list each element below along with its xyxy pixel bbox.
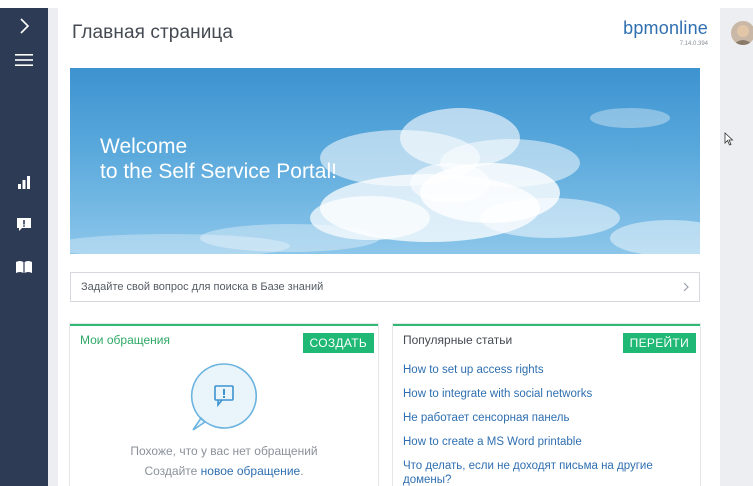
expand-sidebar-button[interactable]: [0, 10, 48, 42]
mouse-cursor-icon: [724, 132, 734, 146]
chevron-right-icon[interactable]: [679, 280, 693, 294]
list-item: Что делать, если не доходят письма на др…: [403, 459, 693, 486]
list-item: How to integrate with social networks: [403, 387, 693, 401]
avatar[interactable]: [731, 21, 753, 45]
new-request-link[interactable]: новое обращение: [201, 464, 301, 478]
create-prompt: Создайте новое обращение.: [70, 464, 378, 478]
my-requests-panel: Мои обращения СОЗДАТЬ Похоже, что у вас …: [70, 324, 378, 486]
banner-text: Welcome to the Self Service Portal!: [100, 134, 337, 184]
article-link[interactable]: Не работает сенсорная панель: [403, 411, 693, 425]
main-menu-button[interactable]: [0, 44, 48, 76]
knowledge-search: [70, 272, 700, 302]
article-link[interactable]: How to set up access rights: [403, 363, 693, 377]
article-link[interactable]: How to create a MS Word printable: [403, 435, 693, 449]
dashboard-icon: [18, 176, 30, 189]
user-avatar-icon: [731, 21, 753, 45]
brand-name: bpmonline: [623, 18, 708, 38]
sidebar-item-dashboards[interactable]: [0, 166, 48, 198]
knowledge-search-input[interactable]: [71, 273, 671, 301]
popular-articles-title: Популярные статьи: [403, 333, 513, 347]
sidebar: [0, 8, 48, 486]
brand-logo: bpmonline 7.14.0.394: [623, 18, 708, 47]
empty-message: Похоже, что у вас нет обращений: [130, 444, 318, 458]
version-label: 7.14.0.394: [679, 41, 708, 47]
go-to-articles-button[interactable]: ПЕРЕЙТИ: [622, 333, 696, 353]
welcome-banner: Welcome to the Self Service Portal!: [70, 68, 700, 254]
create-request-button[interactable]: СОЗДАТЬ: [302, 333, 374, 353]
cases-icon: [17, 217, 31, 231]
popular-articles-panel: Популярные статьи ПЕРЕЙТИ How to set up …: [393, 324, 700, 486]
list-item: How to create a MS Word printable: [403, 435, 693, 449]
sidebar-item-knowledge-base[interactable]: [0, 251, 48, 283]
create-prompt-suffix: .: [300, 464, 304, 478]
sidebar-item-cases[interactable]: [0, 208, 48, 240]
banner-line-2: to the Self Service Portal!: [100, 160, 337, 183]
page-title: Главная страница: [72, 22, 234, 43]
list-item: Не работает сенсорная панель: [403, 411, 693, 425]
create-prompt-text: Создайте: [144, 464, 201, 478]
menu-icon: [15, 54, 33, 66]
banner-line-1: Welcome: [100, 135, 188, 158]
articles-list: How to set up access rights How to integ…: [403, 363, 693, 486]
top-strip: [0, 0, 753, 8]
knowledge-base-icon: [16, 261, 32, 273]
list-item: How to set up access rights: [403, 363, 693, 377]
article-link[interactable]: How to integrate with social networks: [403, 387, 693, 401]
article-link[interactable]: Что делать, если не доходят письма на др…: [403, 459, 693, 486]
chevron-right-icon: [20, 18, 30, 34]
empty-chat-icon: [190, 363, 258, 431]
my-requests-title: Мои обращения: [80, 333, 170, 347]
main-content: Главная страница bpmonline 7.14.0.394 We…: [58, 8, 720, 486]
